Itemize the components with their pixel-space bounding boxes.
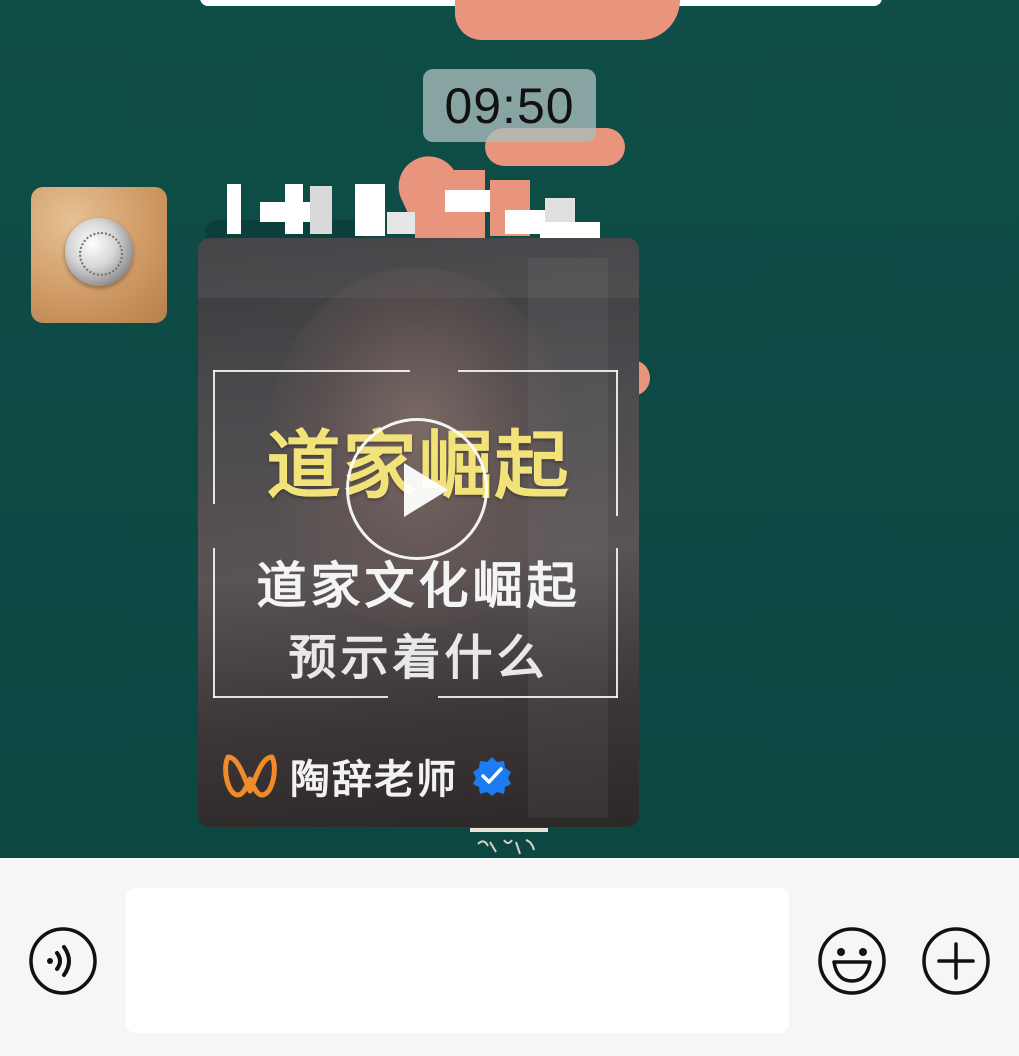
message-timestamp: 09:50 [423, 69, 596, 142]
video-subtitle-line-2: 预示着什么 [288, 630, 549, 686]
channels-logo-icon [223, 754, 277, 798]
sender-name-pixelated [205, 170, 605, 246]
frame-line [438, 696, 618, 698]
sender-avatar[interactable] [31, 187, 167, 323]
message-input[interactable] [126, 888, 789, 1033]
video-message-card[interactable]: 道家崛起 道家文化崛起 预示着什么 陶辞老师 [198, 238, 639, 827]
wallpaper-signature-mark [470, 828, 548, 855]
voice-icon[interactable] [28, 926, 98, 996]
frame-line [458, 370, 618, 372]
verified-badge-icon [473, 757, 511, 796]
input-bar [0, 858, 1019, 1056]
chat-area[interactable]: 09:50 道家崛起 道家文化崛起 预示着什么 陶辞老师 [0, 0, 1019, 858]
coin-avatar-image [65, 218, 133, 286]
video-author: 陶辞老师 [222, 746, 512, 806]
frame-line [213, 370, 410, 372]
frame-line [213, 696, 388, 698]
emoji-icon[interactable] [817, 926, 887, 996]
plus-icon[interactable] [921, 926, 991, 996]
play-icon[interactable] [346, 418, 488, 560]
author-name: 陶辞老师 [290, 757, 458, 803]
